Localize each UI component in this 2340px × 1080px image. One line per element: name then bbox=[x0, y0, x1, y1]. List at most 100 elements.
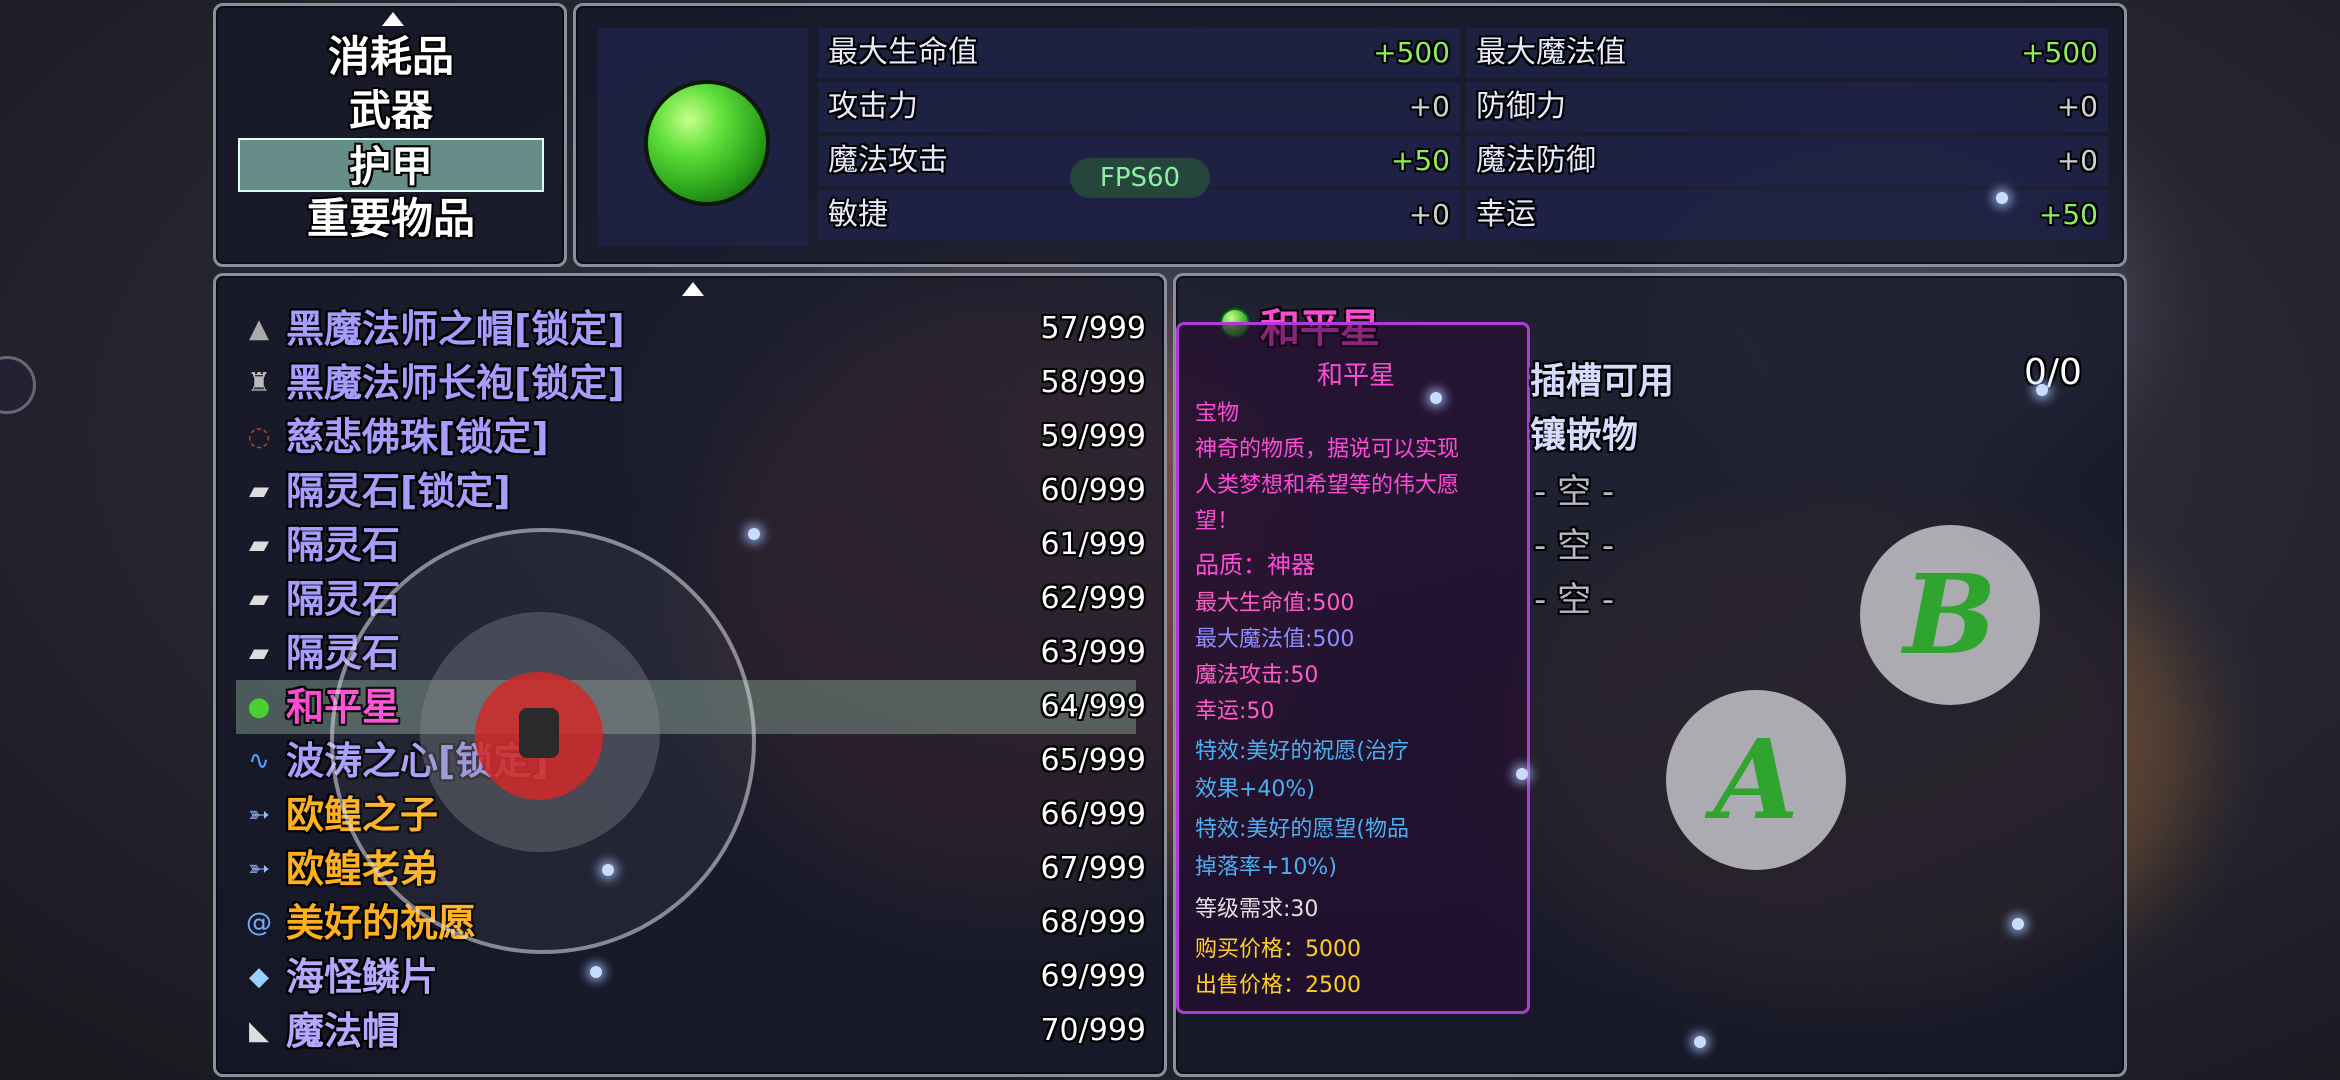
hat-icon: ▲ bbox=[249, 314, 269, 344]
item-count: 62/999 bbox=[1040, 581, 1146, 616]
item-count: 69/999 bbox=[1040, 959, 1146, 994]
item-name: 慈悲佛珠[锁定] bbox=[286, 415, 549, 459]
side-handle[interactable] bbox=[0, 356, 36, 414]
sparkle bbox=[748, 528, 760, 540]
category-key-items[interactable]: 重要物品 bbox=[238, 192, 544, 246]
item-row[interactable]: ▰ 隔灵石[锁定] 60/999 bbox=[236, 464, 1146, 518]
tooltip-desc-line: 人类梦想和希望等的伟大愿 bbox=[1195, 473, 1460, 498]
robe-icon: ♜ bbox=[247, 368, 271, 398]
tooltip-luck: 幸运:50 bbox=[1195, 699, 1275, 724]
fps-counter: FPS60 bbox=[1070, 158, 1210, 198]
stat-label: 魔法防御 bbox=[1476, 143, 1596, 178]
stat-value: +0 bbox=[2056, 144, 2098, 177]
item-count: 57/999 bbox=[1040, 311, 1146, 346]
stat-value: +0 bbox=[1408, 90, 1450, 123]
tooltip-hp: 最大生命值:500 bbox=[1195, 591, 1355, 616]
stat-value: +0 bbox=[1408, 198, 1450, 231]
tooltip-effect1: 特效:美好的祝愿(治疗 bbox=[1195, 739, 1409, 764]
green-orb-icon bbox=[644, 80, 770, 206]
stone-icon: ▰ bbox=[249, 530, 269, 560]
sparkle bbox=[2012, 918, 2024, 930]
stat-label: 最大生命值 bbox=[828, 35, 978, 70]
stats-panel: 最大生命值 +500 攻击力 +0 魔法攻击 +50 敏捷 +0 最大魔法值 +… bbox=[573, 3, 2127, 267]
stat-value: +0 bbox=[2056, 90, 2098, 123]
tooltip-buy-price: 购买价格：5000 bbox=[1195, 937, 1361, 962]
inlay-slot[interactable]: - 空 - bbox=[1534, 518, 1614, 567]
item-row[interactable]: ◆ 海怪鳞片 69/999 bbox=[236, 950, 1146, 1004]
stat-value: +50 bbox=[1390, 144, 1450, 177]
stat-label: 魔法攻击 bbox=[828, 143, 948, 178]
fish-icon: ➳ bbox=[248, 854, 270, 884]
beads-icon: ◌ bbox=[247, 422, 271, 452]
sparkle bbox=[602, 864, 614, 876]
stat-value: +500 bbox=[2021, 36, 2098, 69]
item-row[interactable]: ▰ 隔灵石 61/999 bbox=[236, 518, 1146, 572]
category-armor[interactable]: 护甲 bbox=[238, 138, 544, 192]
stone-icon: ▰ bbox=[249, 584, 269, 614]
b-button-label: B bbox=[1903, 550, 1997, 679]
item-row[interactable]: ▲ 黑魔法师之帽[锁定] 57/999 bbox=[236, 302, 1146, 356]
tooltip-name: 和平星 bbox=[1316, 361, 1395, 391]
item-count: 60/999 bbox=[1040, 473, 1146, 508]
item-name: 隔灵石 bbox=[286, 523, 401, 567]
stone-icon: ▰ bbox=[249, 638, 269, 668]
item-preview-box bbox=[598, 28, 808, 246]
tooltip-effect1-line2: 效果+40%) bbox=[1195, 777, 1315, 802]
stat-label: 幸运 bbox=[1476, 197, 1536, 232]
tooltip-desc-line: 神奇的物质，据说可以实现 bbox=[1195, 437, 1460, 462]
item-name: 魔法帽 bbox=[286, 1009, 401, 1053]
item-count: 59/999 bbox=[1040, 419, 1146, 454]
category-weapons[interactable]: 武器 bbox=[238, 84, 544, 138]
item-row[interactable]: ♜ 黑魔法师长袍[锁定] 58/999 bbox=[236, 356, 1146, 410]
tooltip-level-req: 等级需求:30 bbox=[1195, 897, 1319, 922]
a-button[interactable]: A bbox=[1666, 690, 1846, 870]
inlay-slot[interactable]: - 空 - bbox=[1534, 464, 1614, 513]
sparkle bbox=[1996, 192, 2008, 204]
slots-label: 插槽可用 bbox=[1530, 361, 1675, 402]
item-row[interactable]: ◣ 魔法帽 70/999 bbox=[236, 1004, 1146, 1058]
sparkle bbox=[1694, 1036, 1706, 1048]
item-count: 61/999 bbox=[1040, 527, 1146, 562]
item-count: 68/999 bbox=[1040, 905, 1146, 940]
tooltip-mp: 最大魔法值:500 bbox=[1195, 627, 1355, 652]
fish-icon: ➳ bbox=[248, 800, 270, 830]
stat-max-mp: 最大魔法值 +500 bbox=[1466, 28, 2108, 78]
list-scroll-up-arrow-icon[interactable] bbox=[682, 282, 704, 296]
stat-value: +500 bbox=[1373, 36, 1450, 69]
item-name: 隔灵石[锁定] bbox=[286, 469, 511, 513]
b-button[interactable]: B bbox=[1860, 525, 2040, 705]
item-name: 黑魔法师之帽[锁定] bbox=[286, 307, 625, 351]
item-count: 65/999 bbox=[1040, 743, 1146, 778]
item-name: 海怪鳞片 bbox=[286, 955, 439, 999]
item-count: 58/999 bbox=[1040, 365, 1146, 400]
stat-label: 最大魔法值 bbox=[1476, 35, 1626, 70]
green-orb-icon: ● bbox=[247, 692, 271, 722]
slots-value: 0/0 bbox=[2024, 352, 2082, 393]
inlay-label: 镶嵌物 bbox=[1530, 415, 1639, 456]
sparkle bbox=[2036, 384, 2048, 396]
stone-icon: ▰ bbox=[249, 476, 269, 506]
tooltip-quality: 品质：神器 bbox=[1195, 551, 1315, 579]
category-consumables[interactable]: 消耗品 bbox=[238, 30, 544, 84]
magic-hat-icon: ◣ bbox=[249, 1016, 269, 1046]
stat-value: +50 bbox=[2038, 198, 2098, 231]
inlay-slot[interactable]: - 空 - bbox=[1534, 572, 1614, 621]
sparkle bbox=[1430, 392, 1442, 404]
tooltip-sell-price: 出售价格：2500 bbox=[1195, 973, 1361, 998]
item-count: 67/999 bbox=[1040, 851, 1146, 886]
scroll-up-arrow-icon[interactable] bbox=[382, 12, 404, 26]
stat-defense: 防御力 +0 bbox=[1466, 82, 2108, 132]
item-count: 63/999 bbox=[1040, 635, 1146, 670]
tooltip-type: 宝物 bbox=[1195, 401, 1240, 426]
sparkle bbox=[590, 966, 602, 978]
joystick-knob[interactable] bbox=[475, 672, 603, 800]
sparkle bbox=[1516, 768, 1528, 780]
item-count: 66/999 bbox=[1040, 797, 1146, 832]
item-tooltip: 和平星 宝物 神奇的物质，据说可以实现 人类梦想和希望等的伟大愿 望！ 品质：神… bbox=[1176, 322, 1530, 1014]
stat-magic-defense: 魔法防御 +0 bbox=[1466, 136, 2108, 186]
item-row[interactable]: ◌ 慈悲佛珠[锁定] 59/999 bbox=[236, 410, 1146, 464]
item-row[interactable]: @ 美好的祝愿 68/999 bbox=[236, 896, 1146, 950]
stat-luck: 幸运 +50 bbox=[1466, 190, 2108, 240]
tooltip-effect2-line2: 掉落率+10%) bbox=[1195, 855, 1337, 880]
tooltip-matk: 魔法攻击:50 bbox=[1195, 663, 1319, 688]
